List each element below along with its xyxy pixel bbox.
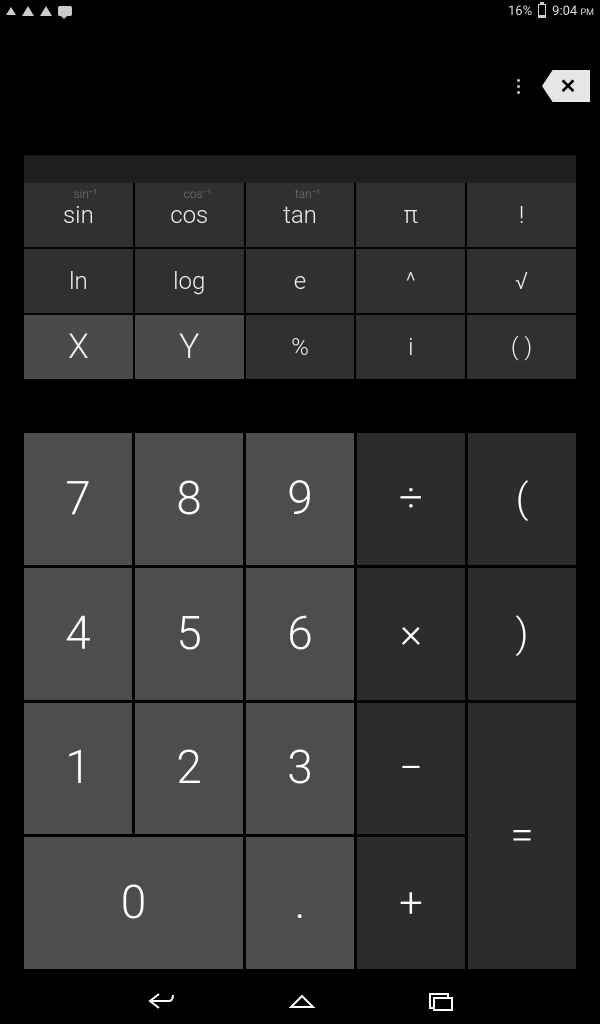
battery-percent: 16% xyxy=(508,4,532,19)
key-1[interactable]: 1 xyxy=(24,703,132,835)
key-add[interactable]: + xyxy=(357,837,465,969)
main-keypad: 7 8 9 ÷ ( 4 5 6 × ) 1 2 3 − = 0 . + xyxy=(24,433,576,969)
key-equals[interactable]: = xyxy=(468,703,576,970)
android-nav-bar xyxy=(0,982,600,1024)
key-9[interactable]: 9 xyxy=(246,433,354,565)
key-subtract[interactable]: − xyxy=(357,703,465,835)
fn-percent[interactable]: % xyxy=(246,315,355,379)
key-2[interactable]: 2 xyxy=(135,703,243,835)
status-bar: 16% 9:04 PM xyxy=(0,0,600,22)
nav-back-icon[interactable] xyxy=(147,991,177,1015)
fn-cos[interactable]: cos⁻¹ cos xyxy=(135,183,244,247)
fn-imaginary[interactable]: i xyxy=(356,315,465,379)
fn-sin[interactable]: sin⁻¹ sin xyxy=(24,183,133,247)
nav-home-icon[interactable] xyxy=(287,991,317,1015)
key-6[interactable]: 6 xyxy=(246,568,354,700)
calc-display xyxy=(24,155,576,183)
fn-x-var[interactable]: X xyxy=(24,315,133,379)
function-grid: sin⁻¹ sin cos⁻¹ cos tan⁻¹ tan π ! ln log… xyxy=(24,183,576,379)
key-4[interactable]: 4 xyxy=(24,568,132,700)
warning-icon xyxy=(40,6,52,16)
close-icon: ✕ xyxy=(560,74,577,98)
fn-power[interactable]: ^ xyxy=(356,249,465,313)
fn-tan[interactable]: tan⁻¹ tan xyxy=(246,183,355,247)
fn-sqrt[interactable]: √ xyxy=(467,249,576,313)
fn-ln[interactable]: ln xyxy=(24,249,133,313)
key-decimal[interactable]: . xyxy=(246,837,354,969)
fn-e[interactable]: e xyxy=(246,249,355,313)
fn-log[interactable]: log xyxy=(135,249,244,313)
clock: 9:04 PM xyxy=(552,4,594,19)
key-0[interactable]: 0 xyxy=(24,837,243,969)
warning-icon xyxy=(22,6,34,16)
fn-parentheses[interactable]: ( ) xyxy=(467,315,576,379)
nav-recent-icon[interactable] xyxy=(427,991,453,1015)
status-left-icons xyxy=(6,6,72,16)
sms-icon xyxy=(58,6,72,16)
key-divide[interactable]: ÷ xyxy=(357,433,465,565)
key-3[interactable]: 3 xyxy=(246,703,354,835)
key-left-paren[interactable]: ( xyxy=(468,433,576,565)
overflow-menu-icon[interactable] xyxy=(513,75,524,98)
key-7[interactable]: 7 xyxy=(24,433,132,565)
backspace-button[interactable]: ✕ xyxy=(542,70,590,102)
status-right: 16% 9:04 PM xyxy=(508,4,594,19)
top-actions: ✕ xyxy=(513,70,590,102)
fn-pi[interactable]: π xyxy=(356,183,465,247)
notif-icon xyxy=(6,7,16,15)
key-5[interactable]: 5 xyxy=(135,568,243,700)
battery-icon xyxy=(538,4,546,18)
fn-y-var[interactable]: Y xyxy=(135,315,244,379)
key-multiply[interactable]: × xyxy=(357,568,465,700)
fn-factorial[interactable]: ! xyxy=(467,183,576,247)
key-8[interactable]: 8 xyxy=(135,433,243,565)
key-right-paren[interactable]: ) xyxy=(468,568,576,700)
